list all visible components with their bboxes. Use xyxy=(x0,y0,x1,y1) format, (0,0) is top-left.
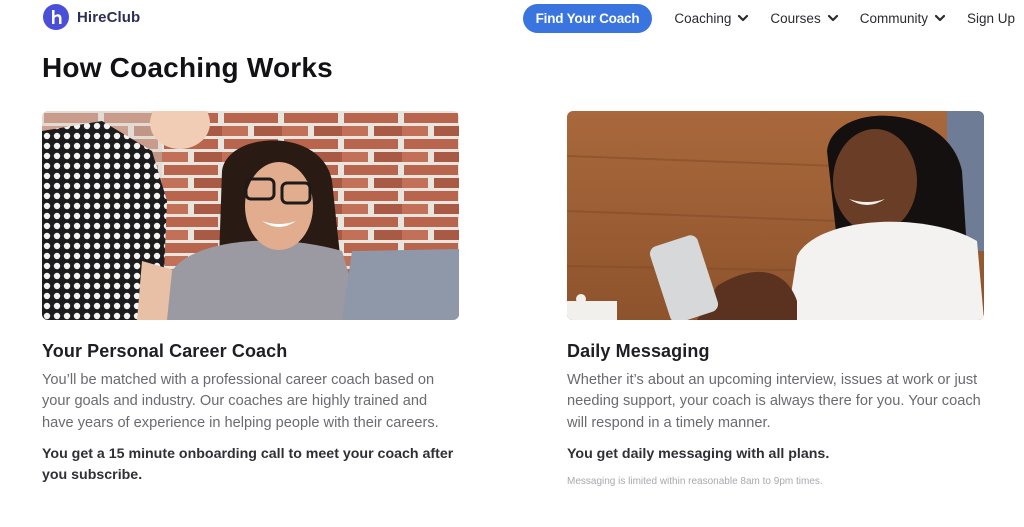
find-your-coach-button[interactable]: Find Your Coach xyxy=(522,3,653,33)
card-highlight: You get daily messaging with all plans. xyxy=(567,445,830,462)
brand-name: HireClub xyxy=(77,8,141,26)
card-footnote: Messaging is limited within reasonable 8… xyxy=(567,476,823,488)
hireclub-logo-icon xyxy=(43,4,69,30)
nav-item-community[interactable]: Community xyxy=(860,11,945,26)
nav-item-coaching[interactable]: Coaching xyxy=(674,10,749,26)
logo-link[interactable]: HireClub xyxy=(43,4,140,30)
chevron-down-icon xyxy=(827,14,838,22)
nav-item-courses[interactable]: Courses xyxy=(770,10,838,26)
card-description: You’ll be matched with a professional ca… xyxy=(42,372,439,431)
nav-item-label: Courses xyxy=(770,10,821,26)
nav-item-label: Community xyxy=(859,10,928,26)
card-title: Daily Messaging xyxy=(567,341,710,361)
chevron-down-icon xyxy=(934,14,945,22)
page-title: How Coaching Works xyxy=(42,52,333,83)
nav-item-label: Coaching xyxy=(674,10,732,26)
coaching-photo xyxy=(42,111,459,320)
top-nav: HireClub Find Your Coach Coaching Course… xyxy=(0,0,1024,36)
feature-card-personal-coach: Your Personal Career Coach You’ll be mat… xyxy=(42,111,459,486)
nav-menu: Find Your Coach Coaching Courses Communi… xyxy=(522,3,1015,33)
card-highlight: You get a 15 minute onboarding call to m… xyxy=(42,445,454,484)
sign-up-link[interactable]: Sign Up xyxy=(967,11,1015,26)
messaging-photo xyxy=(567,111,984,320)
feature-card-daily-messaging: Daily Messaging Whether it’s about an up… xyxy=(567,111,984,487)
card-description: Whether it’s about an upcoming interview… xyxy=(567,372,981,431)
card-title: Your Personal Career Coach xyxy=(42,341,288,361)
chevron-down-icon xyxy=(738,14,749,22)
